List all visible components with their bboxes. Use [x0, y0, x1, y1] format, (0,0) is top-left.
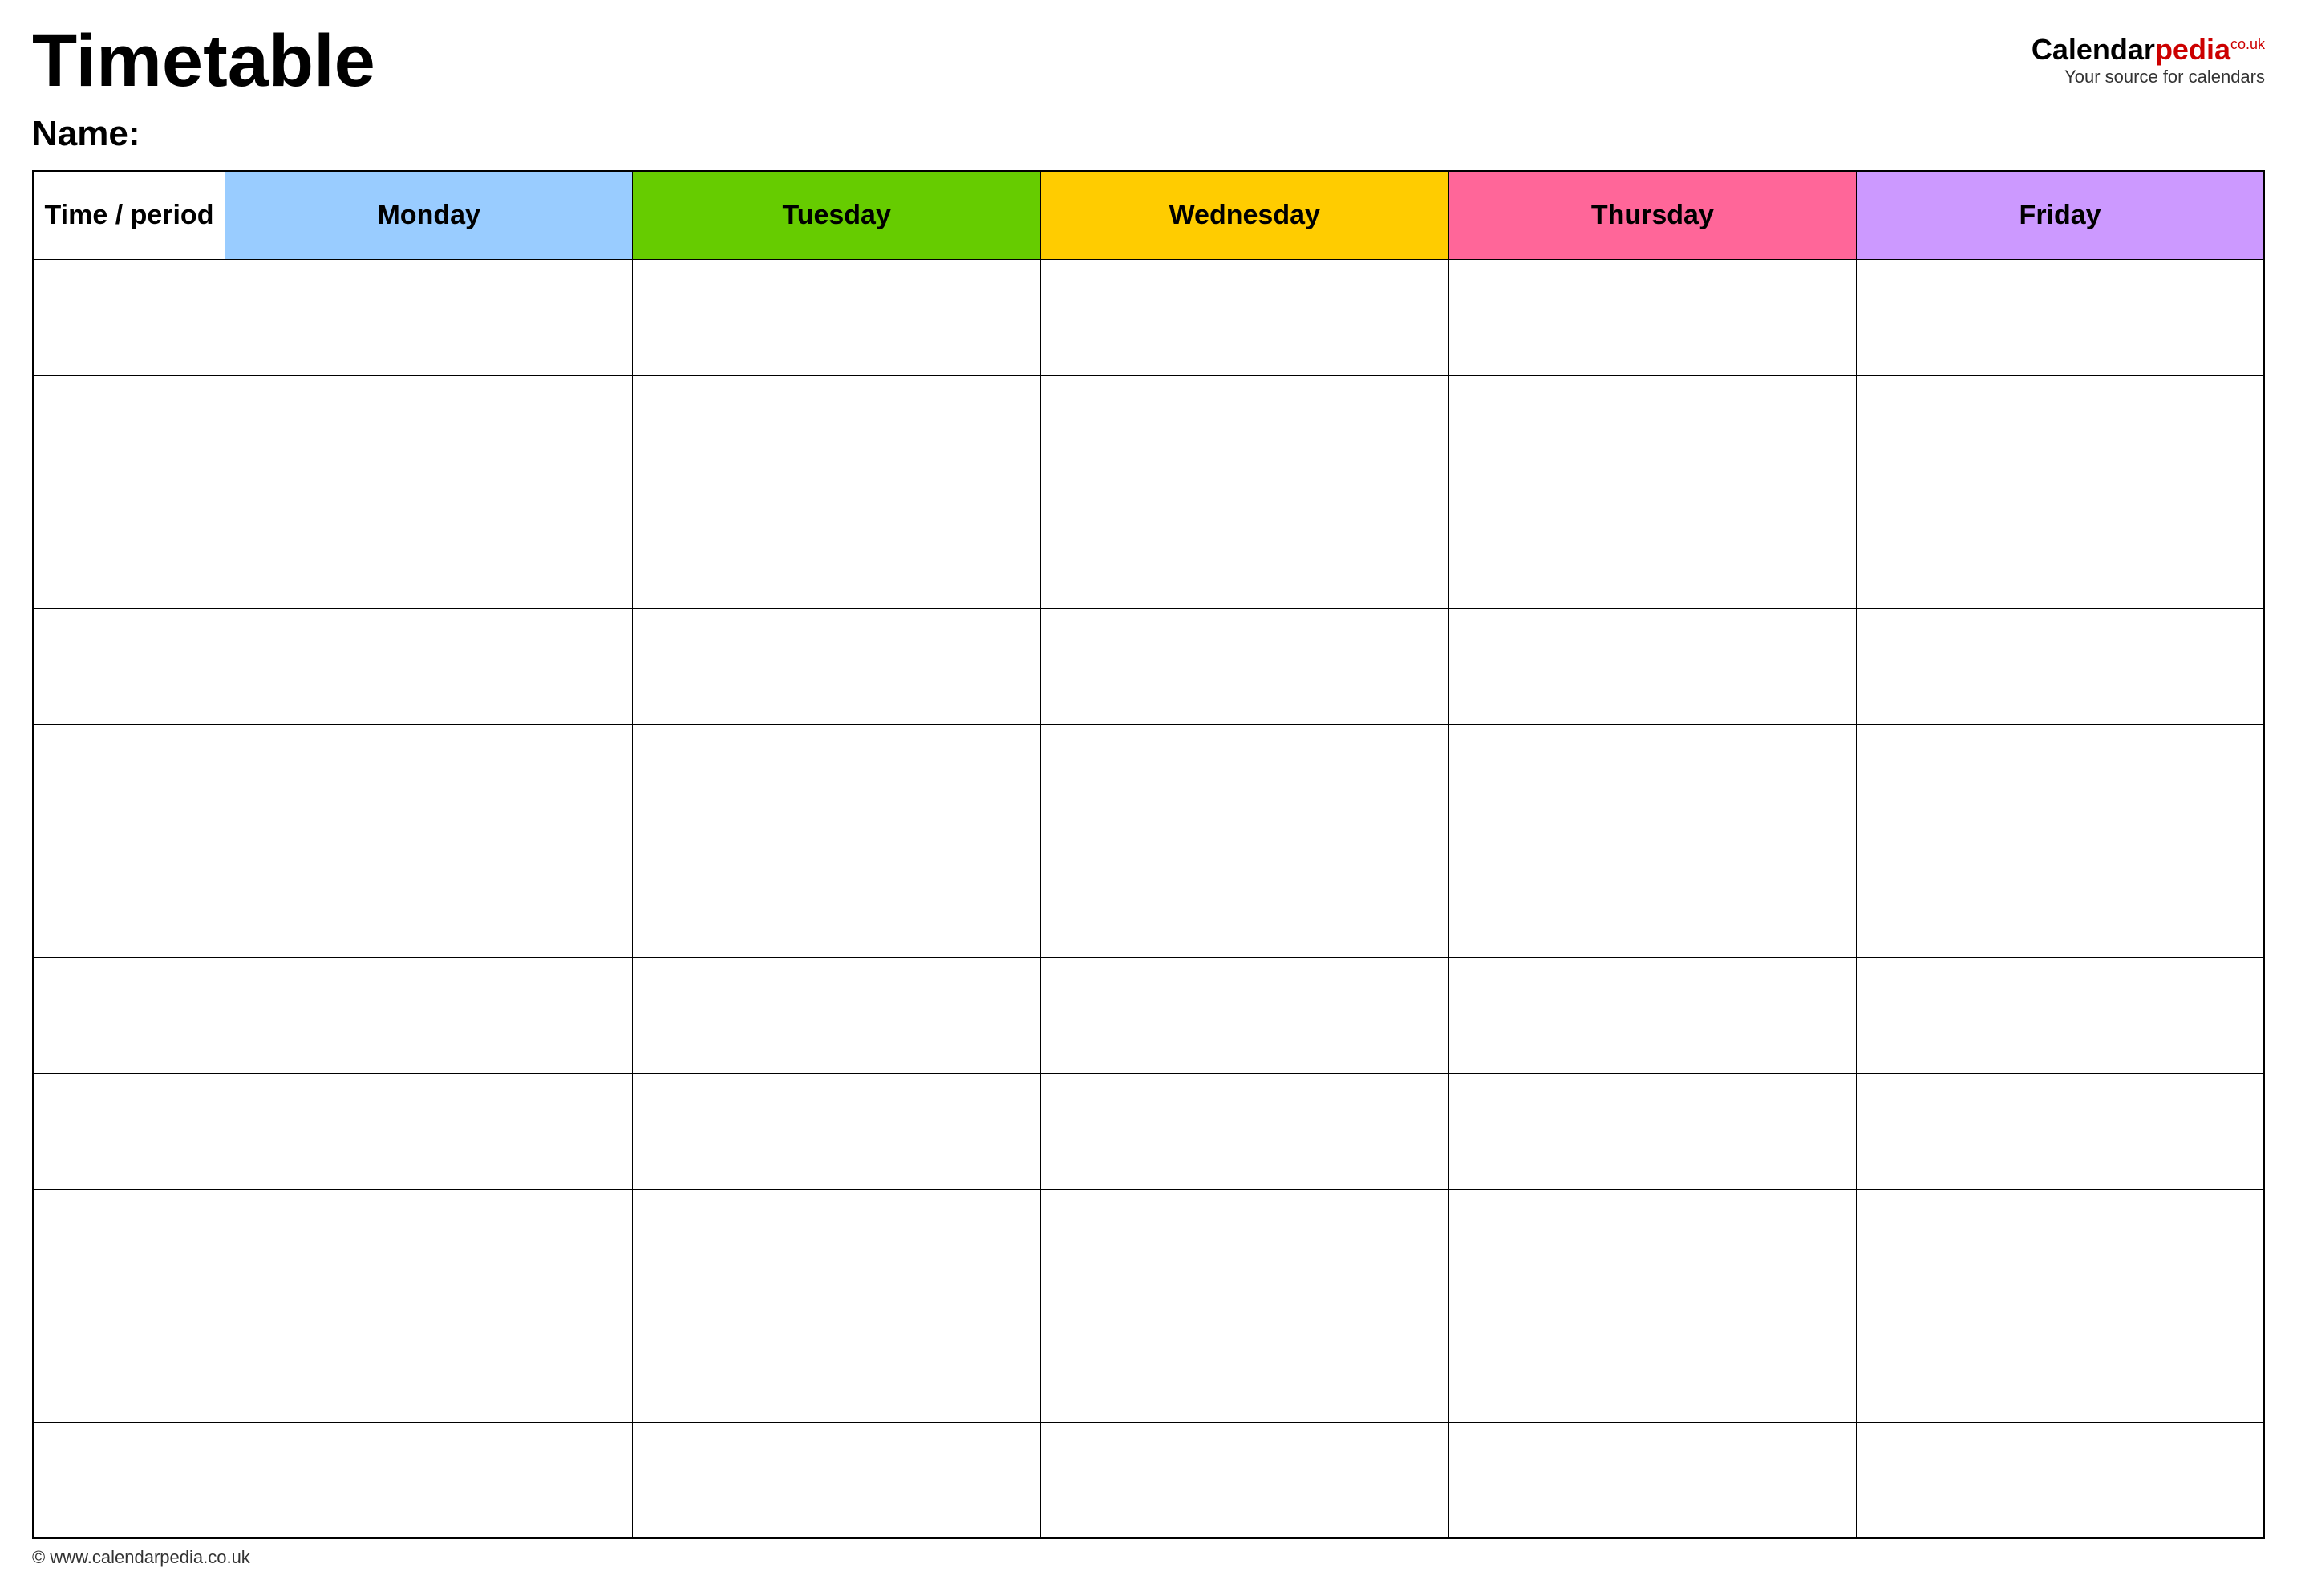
- table-cell[interactable]: [1448, 1073, 1857, 1189]
- table-cell[interactable]: [1448, 375, 1857, 492]
- table-cell[interactable]: [1448, 608, 1857, 724]
- table-cell[interactable]: [1448, 1422, 1857, 1538]
- table-cell[interactable]: [1448, 1306, 1857, 1422]
- table-cell[interactable]: [1857, 1422, 2264, 1538]
- table-cell[interactable]: [225, 608, 633, 724]
- table-cell[interactable]: [633, 1422, 1040, 1538]
- table-cell[interactable]: [1040, 259, 1448, 375]
- table-cell[interactable]: [1857, 1073, 2264, 1189]
- table-cell[interactable]: [33, 1189, 225, 1306]
- table-cell[interactable]: [1040, 724, 1448, 841]
- table-cell[interactable]: [1857, 724, 2264, 841]
- table-cell[interactable]: [633, 1306, 1040, 1422]
- logo-tagline: Your source for calendars: [2032, 67, 2265, 87]
- table-cell[interactable]: [225, 957, 633, 1073]
- table-cell[interactable]: [1857, 492, 2264, 608]
- table-row: [33, 375, 2264, 492]
- table-cell[interactable]: [33, 375, 225, 492]
- table-cell[interactable]: [633, 492, 1040, 608]
- table-row: [33, 957, 2264, 1073]
- timetable: Time / period Monday Tuesday Wednesday T…: [32, 170, 2265, 1539]
- col-header-friday: Friday: [1857, 171, 2264, 259]
- table-cell[interactable]: [225, 1073, 633, 1189]
- table-cell[interactable]: [633, 608, 1040, 724]
- col-header-tuesday: Tuesday: [633, 171, 1040, 259]
- table-cell[interactable]: [1857, 608, 2264, 724]
- table-cell[interactable]: [1040, 1073, 1448, 1189]
- table-row: [33, 841, 2264, 957]
- table-cell[interactable]: [1857, 1306, 2264, 1422]
- logo-container: Calendarpediaco.uk Your source for calen…: [2032, 24, 2265, 87]
- logo-couk: co.uk: [2230, 36, 2265, 52]
- table-row: [33, 492, 2264, 608]
- table-cell[interactable]: [33, 724, 225, 841]
- logo-text: Calendarpediaco.uk: [2032, 32, 2265, 67]
- table-cell[interactable]: [1040, 957, 1448, 1073]
- table-cell[interactable]: [1040, 608, 1448, 724]
- table-cell[interactable]: [225, 841, 633, 957]
- table-row: [33, 1306, 2264, 1422]
- table-cell[interactable]: [225, 259, 633, 375]
- table-cell[interactable]: [33, 841, 225, 957]
- col-header-monday: Monday: [225, 171, 633, 259]
- table-cell[interactable]: [225, 375, 633, 492]
- table-cell[interactable]: [633, 259, 1040, 375]
- table-cell[interactable]: [1040, 1306, 1448, 1422]
- table-cell[interactable]: [1040, 492, 1448, 608]
- table-cell[interactable]: [1448, 1189, 1857, 1306]
- table-cell[interactable]: [1857, 841, 2264, 957]
- footer: © www.calendarpedia.co.uk: [32, 1547, 2265, 1568]
- table-cell[interactable]: [225, 1306, 633, 1422]
- table-cell[interactable]: [633, 957, 1040, 1073]
- table-cell[interactable]: [633, 1073, 1040, 1189]
- page-title: Timetable: [32, 24, 375, 98]
- table-cell[interactable]: [33, 492, 225, 608]
- col-header-time: Time / period: [33, 171, 225, 259]
- table-cell[interactable]: [1448, 724, 1857, 841]
- table-cell[interactable]: [1040, 1422, 1448, 1538]
- table-cell[interactable]: [225, 724, 633, 841]
- logo-calendar: Calendar: [2032, 33, 2155, 66]
- table-cell[interactable]: [1448, 957, 1857, 1073]
- col-header-thursday: Thursday: [1448, 171, 1857, 259]
- table-row: [33, 1422, 2264, 1538]
- logo-pedia: pedia: [2155, 33, 2230, 66]
- table-cell[interactable]: [33, 259, 225, 375]
- table-cell[interactable]: [1040, 1189, 1448, 1306]
- col-header-wednesday: Wednesday: [1040, 171, 1448, 259]
- table-cell[interactable]: [33, 1306, 225, 1422]
- table-cell[interactable]: [1448, 841, 1857, 957]
- table-header-row: Time / period Monday Tuesday Wednesday T…: [33, 171, 2264, 259]
- table-cell[interactable]: [225, 1189, 633, 1306]
- page-header: Timetable Calendarpediaco.uk Your source…: [32, 24, 2265, 98]
- table-row: [33, 724, 2264, 841]
- table-cell[interactable]: [1040, 375, 1448, 492]
- table-row: [33, 608, 2264, 724]
- table-cell[interactable]: [33, 1422, 225, 1538]
- table-row: [33, 1073, 2264, 1189]
- name-label: Name:: [32, 114, 2265, 154]
- table-cell[interactable]: [1857, 259, 2264, 375]
- table-cell[interactable]: [1857, 375, 2264, 492]
- table-cell[interactable]: [633, 375, 1040, 492]
- footer-url: © www.calendarpedia.co.uk: [32, 1547, 250, 1567]
- table-cell[interactable]: [1857, 1189, 2264, 1306]
- table-cell[interactable]: [225, 1422, 633, 1538]
- table-cell[interactable]: [633, 841, 1040, 957]
- table-cell[interactable]: [225, 492, 633, 608]
- table-cell[interactable]: [1448, 492, 1857, 608]
- table-body: [33, 259, 2264, 1538]
- table-row: [33, 259, 2264, 375]
- table-row: [33, 1189, 2264, 1306]
- table-cell[interactable]: [1448, 259, 1857, 375]
- table-cell[interactable]: [1040, 841, 1448, 957]
- table-cell[interactable]: [633, 724, 1040, 841]
- table-cell[interactable]: [33, 608, 225, 724]
- table-cell[interactable]: [633, 1189, 1040, 1306]
- table-cell[interactable]: [33, 1073, 225, 1189]
- table-cell[interactable]: [1857, 957, 2264, 1073]
- table-cell[interactable]: [33, 957, 225, 1073]
